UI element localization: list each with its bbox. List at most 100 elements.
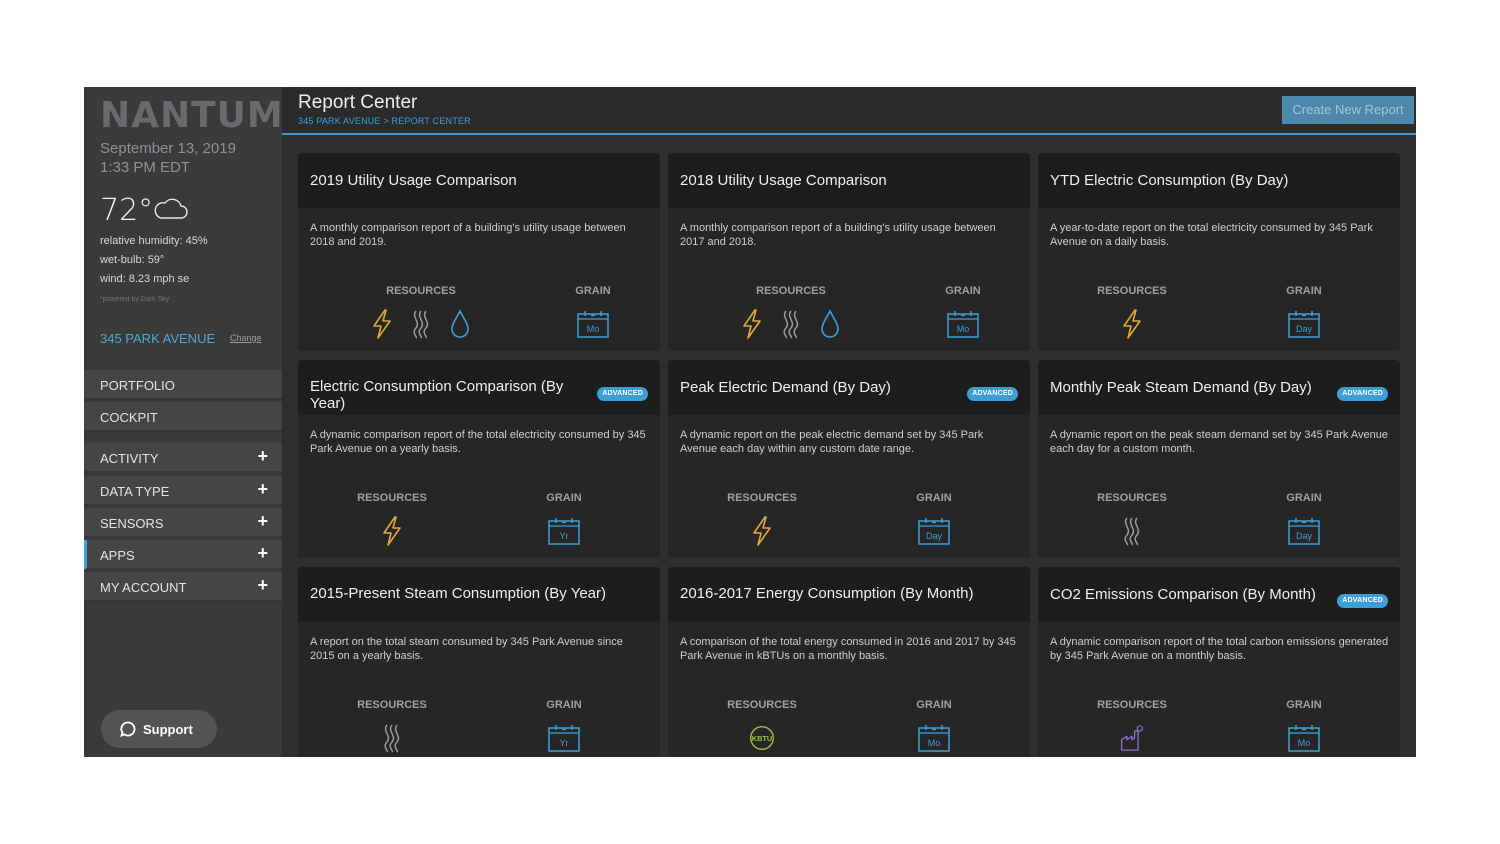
- grain-label: Mo: [1298, 738, 1311, 748]
- app-window: NANTUM September 13, 2019 1:33 PM EDT 72…: [84, 87, 1416, 757]
- card-title: 2019 Utility Usage Comparison: [310, 172, 517, 189]
- change-building-link[interactable]: Change: [230, 333, 262, 343]
- resource-steam: [408, 308, 438, 340]
- expand-plus-icon[interactable]: +: [257, 575, 268, 596]
- sidebar-item-data-type[interactable]: DATA TYPE +: [84, 476, 282, 506]
- card-header: 2015-Present Steam Consumption (By Year): [298, 567, 660, 622]
- sidebar-item-cockpit[interactable]: COCKPIT: [84, 402, 282, 432]
- report-card[interactable]: Peak Electric Demand (By Day) ADVANCED A d…: [668, 360, 1030, 558]
- building-name: 345 PARK AVENUE: [100, 331, 216, 346]
- resources-heading: RESOURCES: [756, 285, 826, 297]
- card-header: YTD Electric Consumption (By Day): [1038, 153, 1400, 208]
- report-card[interactable]: 2016-2017 Energy Consumption (By Month) A…: [668, 567, 1030, 757]
- page-title: Report Center: [298, 92, 418, 113]
- resource-kbtu: KBTU: [749, 722, 779, 754]
- grain-indicator: Yr: [547, 722, 581, 754]
- expand-plus-icon[interactable]: +: [257, 543, 268, 564]
- grain-indicator: Mo: [576, 308, 610, 340]
- sidebar-item-sensors[interactable]: SENSORS +: [84, 508, 282, 538]
- sidebar-item-activity[interactable]: ACTIVITY +: [84, 443, 282, 473]
- resource-icons: Yr: [298, 515, 660, 549]
- resources-heading: RESOURCES: [386, 285, 456, 297]
- resources-heading: RESOURCES: [357, 699, 427, 711]
- resources-heading: RESOURCES: [727, 492, 797, 504]
- card-header: Peak Electric Demand (By Day) ADVANCED: [668, 360, 1030, 415]
- steam-icon: [384, 724, 400, 753]
- resource-icons: Day: [1038, 515, 1400, 549]
- report-card[interactable]: 2018 Utility Usage Comparison A monthly c…: [668, 153, 1030, 351]
- report-card[interactable]: Electric Consumption Comparison (By Year…: [298, 360, 660, 558]
- support-label: Support: [143, 722, 193, 737]
- grain-heading: GRAIN: [916, 699, 952, 711]
- sidebar-item-label: PORTFOLIO: [100, 378, 175, 393]
- report-card[interactable]: YTD Electric Consumption (By Day) A year-…: [1038, 153, 1400, 351]
- kbtu-label: KBTU: [752, 734, 772, 743]
- sidebar-item-label: APPS: [100, 548, 135, 563]
- support-button[interactable]: Support: [101, 710, 217, 748]
- sidebar-item-label: COCKPIT: [100, 410, 158, 425]
- water-drop-icon: [451, 309, 469, 338]
- create-new-report-button[interactable]: Create New Report: [1282, 96, 1414, 124]
- report-card[interactable]: CO2 Emissions Comparison (By Month) ADVAN…: [1038, 567, 1400, 757]
- advanced-badge: ADVANCED: [1337, 594, 1388, 608]
- resource-electric: [739, 308, 769, 340]
- wind: wind: 8.23 mph se: [100, 273, 190, 285]
- sidebar-item-portfolio[interactable]: PORTFOLIO: [84, 370, 282, 400]
- card-header: Monthly Peak Steam Demand (By Day) ADVANC…: [1038, 360, 1400, 415]
- card-description: A dynamic report on the peak electric de…: [680, 429, 984, 455]
- sidebar-item-label: MY ACCOUNT: [100, 580, 187, 595]
- resource-icons: KBTU Mo: [668, 722, 1030, 756]
- grain-indicator: Mo: [917, 722, 951, 754]
- electric-icon: [743, 309, 761, 339]
- card-description: A monthly comparison report of a buildin…: [680, 222, 996, 248]
- resource-water: [817, 308, 847, 340]
- sidebar: NANTUM September 13, 2019 1:33 PM EDT 72…: [84, 87, 284, 757]
- resource-water: [447, 308, 477, 340]
- resource-steam: [379, 722, 409, 754]
- sidebar-item-label: DATA TYPE: [100, 484, 170, 499]
- resource-icons: Day: [668, 515, 1030, 549]
- humidity: relative humidity: 45%: [100, 235, 208, 247]
- resources-heading: RESOURCES: [1097, 699, 1167, 711]
- expand-plus-icon[interactable]: +: [257, 479, 268, 500]
- card-title: YTD Electric Consumption (By Day): [1050, 172, 1289, 189]
- calendar-icon: Mo: [947, 311, 979, 338]
- card-title: 2018 Utility Usage Comparison: [680, 172, 887, 189]
- cloud-icon: [154, 198, 188, 219]
- advanced-badge: ADVANCED: [967, 387, 1018, 401]
- card-description: A year-to-date report on the total elect…: [1050, 222, 1373, 248]
- grain-indicator: Mo: [946, 308, 980, 340]
- sidebar-item-my-account[interactable]: MY ACCOUNT +: [84, 572, 282, 602]
- current-date: September 13, 2019: [100, 140, 236, 157]
- report-card[interactable]: 2015-Present Steam Consumption (By Year)…: [298, 567, 660, 757]
- card-title: Peak Electric Demand (By Day): [680, 379, 891, 396]
- breadcrumb[interactable]: 345 PARK AVENUE > REPORT CENTER: [298, 116, 471, 126]
- resource-electric: [369, 308, 399, 340]
- calendar-icon: Yr: [548, 725, 580, 752]
- advanced-badge: ADVANCED: [1337, 387, 1388, 401]
- resource-steam: [1119, 515, 1149, 547]
- expand-plus-icon[interactable]: +: [257, 446, 268, 467]
- chat-bubble-icon: [120, 721, 136, 737]
- grain-label: Mo: [928, 738, 941, 748]
- calendar-icon: Day: [1288, 518, 1320, 545]
- report-card[interactable]: 2019 Utility Usage Comparison A monthly c…: [298, 153, 660, 351]
- report-grid: 2019 Utility Usage Comparison A monthly c…: [298, 153, 1402, 757]
- resource-electric: [379, 515, 409, 547]
- grain-label: Day: [1296, 324, 1313, 334]
- calendar-icon: Mo: [918, 725, 950, 752]
- steam-icon: [783, 310, 799, 339]
- report-card[interactable]: Monthly Peak Steam Demand (By Day) ADVANC…: [1038, 360, 1400, 558]
- grain-label: Mo: [587, 324, 600, 334]
- calendar-icon: Day: [1288, 311, 1320, 338]
- expand-plus-icon[interactable]: +: [257, 511, 268, 532]
- sidebar-item-apps[interactable]: APPS +: [84, 540, 282, 570]
- nantum-logo: NANTUM: [100, 95, 284, 136]
- resources-heading: RESOURCES: [1097, 492, 1167, 504]
- grain-label: Yr: [560, 738, 569, 748]
- grain-indicator: Day: [1287, 515, 1321, 547]
- resources-heading: RESOURCES: [727, 699, 797, 711]
- card-title: 2016-2017 Energy Consumption (By Month): [680, 585, 974, 602]
- card-header: Electric Consumption Comparison (By Year…: [298, 360, 660, 415]
- grain-label: Mo: [957, 324, 970, 334]
